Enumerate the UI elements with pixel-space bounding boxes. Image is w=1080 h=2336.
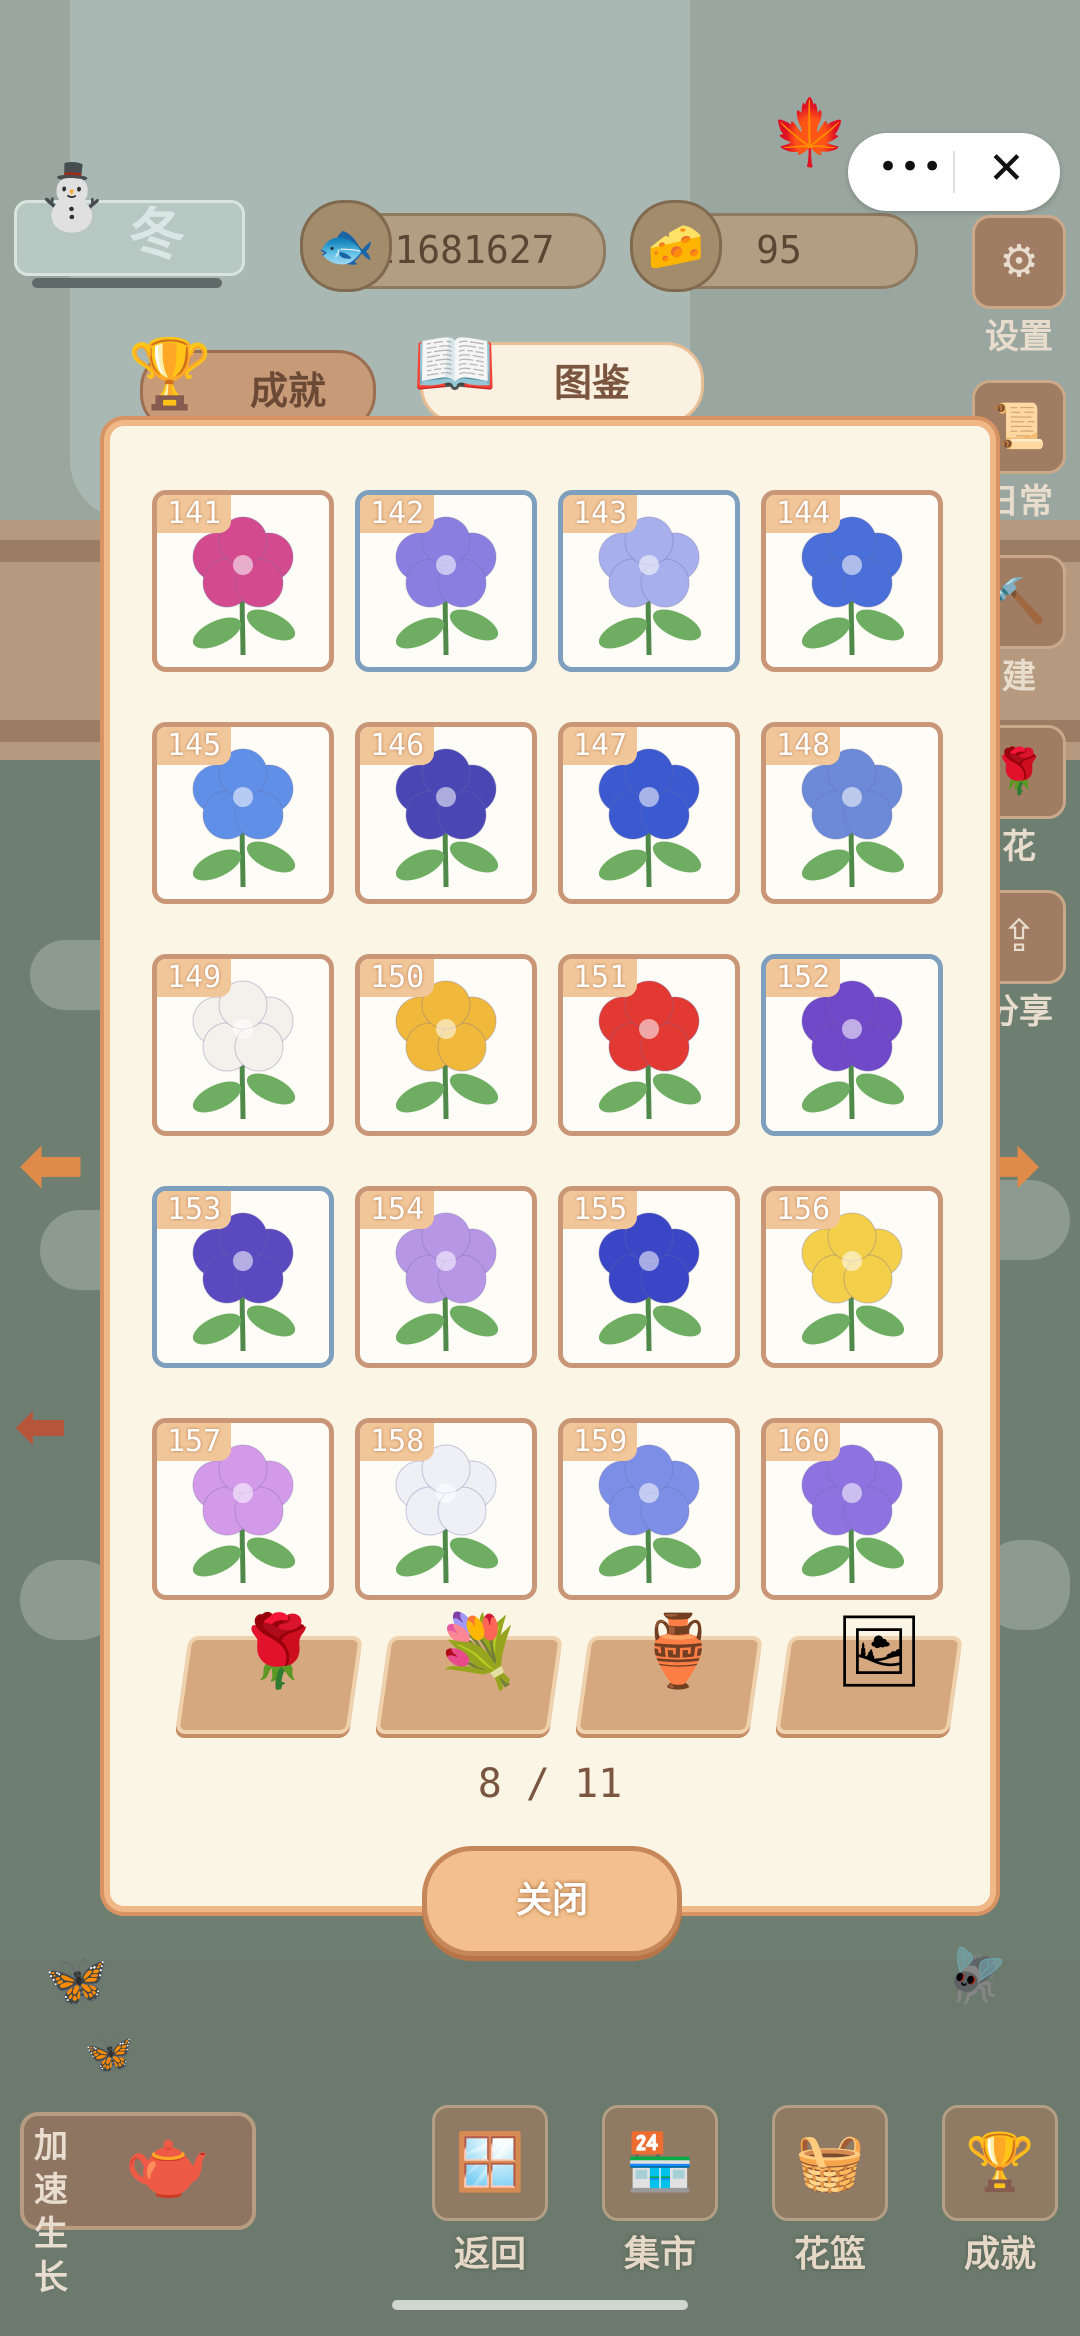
- flower-card[interactable]: 144: [761, 490, 943, 672]
- flower-number: 150: [360, 959, 435, 997]
- flower-number: 157: [157, 1423, 232, 1461]
- encyclopedia-panel: 141 142 143 144 145 146 147 148 149 150 151 152 153 1…: [104, 420, 996, 1956]
- season-label: 冬: [129, 203, 185, 268]
- snowman-tree-icon: ⛄: [32, 161, 112, 235]
- more-icon[interactable]: •••: [878, 147, 944, 187]
- flower-number: 154: [360, 1191, 435, 1229]
- flower-number: 149: [157, 959, 232, 997]
- category-picture[interactable]: 🖼: [775, 1610, 963, 1734]
- flower-card[interactable]: 146: [355, 722, 537, 904]
- category-bouquet[interactable]: 💐: [375, 1610, 563, 1734]
- flower-number: 142: [360, 495, 435, 533]
- prev-page-arrow[interactable]: ⬅: [18, 1118, 85, 1211]
- flower-card[interactable]: 160: [761, 1418, 943, 1600]
- close-icon[interactable]: ✕: [988, 143, 1025, 194]
- butterfly-small-icon: 🦋: [84, 2031, 134, 2077]
- butterfly-icon: 🦋: [44, 1951, 109, 2011]
- flower-card[interactable]: 159: [558, 1418, 740, 1600]
- flower-card[interactable]: 155: [558, 1186, 740, 1368]
- flower-number: 155: [563, 1191, 638, 1229]
- flower-number: 158: [360, 1423, 435, 1461]
- fishbone-icon: 🐟: [300, 200, 392, 292]
- flower-card[interactable]: 142: [355, 490, 537, 672]
- nav-market[interactable]: 🏪 集市: [600, 2105, 720, 2277]
- trophy-nav-icon: 🏆: [942, 2105, 1058, 2221]
- flower-number: 152: [766, 959, 841, 997]
- flower-number: 143: [563, 495, 638, 533]
- dragonfly-icon: 🪰: [944, 1946, 1009, 2006]
- flower-number: 148: [766, 727, 841, 765]
- nav-achievements[interactable]: 🏆 成就: [940, 2105, 1060, 2277]
- picture-category-icon: 🖼: [834, 1610, 924, 1692]
- page-indicator: 8 / 11: [477, 1761, 623, 1807]
- speed-up-button[interactable]: 加速生长 🫖: [20, 2112, 256, 2298]
- gear-icon: ⚙: [972, 215, 1066, 309]
- book-icon: 📖: [412, 325, 498, 404]
- miniprogram-capsule: ••• ✕: [848, 133, 1060, 211]
- flower-card[interactable]: 158: [355, 1418, 537, 1600]
- vase-category-icon: 🏺: [634, 1610, 722, 1692]
- flower-card[interactable]: 151: [558, 954, 740, 1136]
- category-bar: 🌹 💐 🏺 🖼: [170, 1610, 963, 1736]
- category-flower[interactable]: 🌹: [175, 1610, 363, 1734]
- close-button[interactable]: 关闭: [422, 1846, 682, 1956]
- flower-card[interactable]: 157: [152, 1418, 334, 1600]
- bouquet-category-icon: 💐: [434, 1610, 522, 1692]
- flower-number: 153: [157, 1191, 232, 1229]
- cheese-icon: 🧀: [630, 200, 722, 292]
- trophy-icon: 🏆: [127, 335, 213, 414]
- flower-number: 156: [766, 1191, 841, 1229]
- season-progress-bar: [32, 278, 222, 288]
- category-vase[interactable]: 🏺: [575, 1610, 763, 1734]
- flower-card[interactable]: 148: [761, 722, 943, 904]
- side-item-settings[interactable]: ⚙ 设置: [964, 215, 1074, 358]
- flower-number: 144: [766, 495, 841, 533]
- nav-back[interactable]: 🪟 返回: [430, 2105, 550, 2277]
- flower-card[interactable]: 143: [558, 490, 740, 672]
- market-icon: 🏪: [602, 2105, 718, 2221]
- flower-number: 141: [157, 495, 232, 533]
- flower-category-icon: 🌹: [234, 1610, 322, 1692]
- home-indicator: [392, 2300, 688, 2310]
- flower-card[interactable]: 147: [558, 722, 740, 904]
- flower-card[interactable]: 145: [152, 722, 334, 904]
- back-arrow-icon[interactable]: ⬅: [14, 1390, 68, 1464]
- season-indicator: ⛄ 冬: [14, 160, 245, 290]
- flower-card[interactable]: 152: [761, 954, 943, 1136]
- flower-card[interactable]: 153: [152, 1186, 334, 1368]
- flower-number: 160: [766, 1423, 841, 1461]
- flower-number: 147: [563, 727, 638, 765]
- flower-card[interactable]: 141: [152, 490, 334, 672]
- flower-number: 159: [563, 1423, 638, 1461]
- flower-number: 146: [360, 727, 435, 765]
- maple-leaf-icon: 🍁: [770, 96, 850, 170]
- flower-card[interactable]: 154: [355, 1186, 537, 1368]
- flower-card[interactable]: 149: [152, 954, 334, 1136]
- flower-card[interactable]: 156: [761, 1186, 943, 1368]
- window-icon: 🪟: [432, 2105, 548, 2221]
- flower-card[interactable]: 150: [355, 954, 537, 1136]
- flower-number: 151: [563, 959, 638, 997]
- basket-icon: 🧺: [772, 2105, 888, 2221]
- watering-can-icon: 🫖: [124, 2122, 212, 2204]
- nav-basket[interactable]: 🧺 花篮: [770, 2105, 890, 2277]
- flower-number: 145: [157, 727, 232, 765]
